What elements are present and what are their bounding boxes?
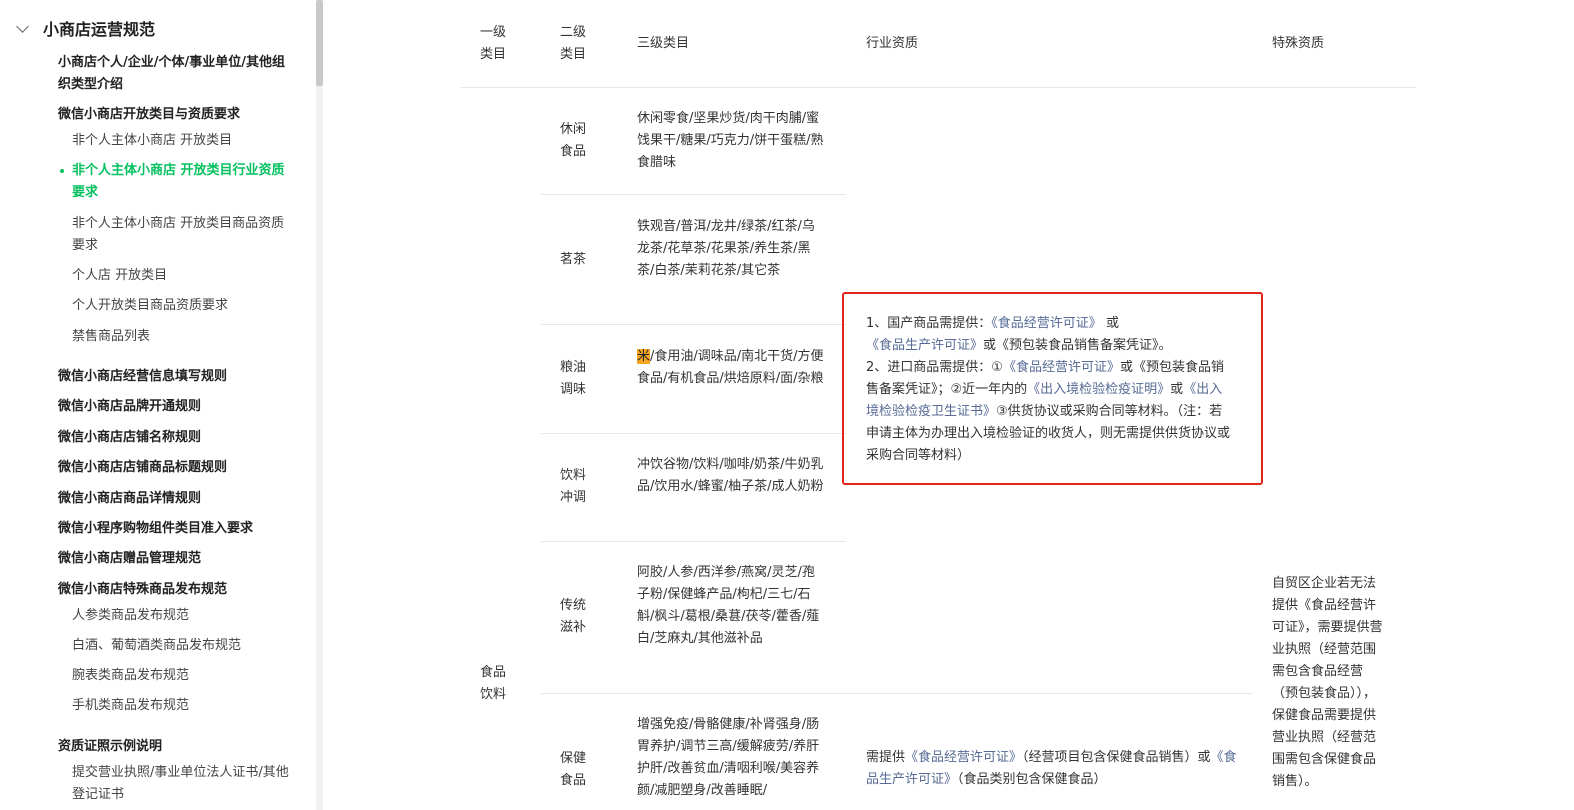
sidebar-item-product-title[interactable]: 微信小商店店铺商品标题规则 (58, 457, 296, 479)
chevron-down-icon[interactable] (16, 20, 29, 33)
active-dot-icon (60, 169, 64, 173)
sidebar-item-nonpersonal-industry[interactable]: 非个人主体小商店 开放类目行业资质要求 (60, 160, 296, 204)
sidebar-item-categories[interactable]: 微信小商店开放类目与资质要求 (58, 104, 296, 126)
header-divider (460, 87, 1416, 88)
search-highlight: 米 (637, 349, 651, 364)
level2-category: 休闲食品 (560, 122, 587, 159)
sidebar-item-personal-categories[interactable]: 个人店 开放类目 (72, 265, 294, 287)
special-qualification-text: 自贸区企业若无法提供《食品经营许可证》，需要提供营业执照（经营范围需包含食品经营… (1272, 576, 1383, 789)
row-divider (541, 433, 846, 434)
sidebar-item-ginseng[interactable]: 人参类商品发布规范 (72, 605, 294, 627)
sidebar-item-liquor[interactable]: 白酒、葡萄酒类商品发布规范 (72, 635, 294, 657)
header-level2: 二级类目 (560, 25, 587, 62)
header-industry-qualification: 行业资质 (866, 36, 919, 51)
link-food-business-license[interactable]: 《食品经营许可证》 (905, 750, 1022, 765)
sidebar-item-types[interactable]: 小商店个人/企业/个体/事业单位/其他组织类型介绍 (58, 52, 296, 96)
row-divider (541, 693, 1253, 694)
level3-categories: 铁观音/普洱/龙井/绿茶/红茶/乌龙茶/花草茶/花果茶/养生茶/黑茶/白茶/茉莉… (637, 219, 815, 278)
sidebar-item-watch[interactable]: 腕表类商品发布规范 (72, 665, 294, 687)
header-level1: 一级类目 (480, 25, 507, 62)
sidebar-item-gift[interactable]: 微信小商店赠品管理规范 (58, 548, 296, 570)
row-divider (541, 324, 846, 325)
header-special-qualification: 特殊资质 (1272, 36, 1325, 51)
sidebar-item-certificates[interactable]: 资质证照示例说明 (58, 736, 296, 758)
sidebar-item-brand[interactable]: 微信小商店品牌开通规则 (58, 396, 296, 418)
sidebar-item-shop-name[interactable]: 微信小商店店铺名称规则 (58, 427, 296, 449)
sidebar-item-phone[interactable]: 手机类商品发布规范 (72, 695, 294, 717)
level3-categories: 休闲零食/坚果炒货/肉干肉脯/蜜饯果干/糖果/巧克力/饼干蛋糕/熟食腊味 (637, 111, 824, 170)
sidebar-nav: 小商店运营规范 小商店个人/企业/个体/事业单位/其他组织类型介绍 微信小商店开… (0, 0, 318, 810)
sidebar-item-special-goods[interactable]: 微信小商店特殊商品发布规范 (58, 579, 296, 601)
level3-categories: 冲饮谷物/饮料/咖啡/奶茶/牛奶乳品/饮用水/蜂蜜/柚子茶/成人奶粉 (637, 457, 824, 494)
level2-category: 粮油调味 (560, 360, 587, 397)
level2-category: 饮料冲调 (560, 468, 587, 505)
header-level3: 三级类目 (637, 36, 690, 51)
sidebar-item-miniprogram[interactable]: 微信小程序购物组件类目准入要求 (58, 518, 296, 540)
sidebar-item-nonpersonal-goods[interactable]: 非个人主体小商店 开放类目商品资质要求 (72, 213, 294, 257)
sidebar-scrollbar-thumb[interactable] (316, 0, 323, 86)
row-divider (541, 194, 846, 195)
level3-categories: 增强免疫/骨骼健康/补肾强身/肠胃养护/调节三高/缓解疲劳/养肝护肝/改善贫血/… (637, 717, 820, 798)
sidebar-item-product-detail[interactable]: 微信小商店商品详情规则 (58, 488, 296, 510)
level3-categories: 米/食用油/调味品/南北干货/方便食品/有机食品/烘焙原料/面/杂粮 (637, 349, 824, 386)
row-divider (541, 541, 846, 542)
level1-category: 食品饮料 (480, 665, 507, 702)
sidebar-item-business-info[interactable]: 微信小商店经营信息填写规则 (58, 366, 296, 388)
sidebar-item-nonpersonal-categories[interactable]: 非个人主体小商店 开放类目 (72, 130, 294, 152)
sidebar-item-license[interactable]: 提交营业执照/事业单位法人证书/其他登记证书 (72, 762, 294, 806)
highlight-box (842, 292, 1263, 485)
sidebar-item-personal-goods[interactable]: 个人开放类目商品资质要求 (72, 295, 294, 317)
industry-qualification-health: 需提供《食品经营许可证》（经营项目包含保健食品销售）或《食品生产许可证》（食品类… (866, 750, 1237, 787)
sidebar-scrollbar-track[interactable] (316, 86, 323, 810)
sidebar-section-title[interactable]: 小商店运营规范 (16, 16, 155, 40)
level2-category: 传统滋补 (560, 598, 587, 635)
sidebar-item-prohibited[interactable]: 禁售商品列表 (72, 326, 294, 348)
level2-category: 茗茶 (560, 252, 587, 267)
level2-category: 保健食品 (560, 751, 587, 788)
level3-categories: 阿胶/人参/西洋参/燕窝/灵芝/孢子粉/保健蜂产品/枸杞/三七/石斛/枫斗/葛根… (637, 565, 820, 646)
